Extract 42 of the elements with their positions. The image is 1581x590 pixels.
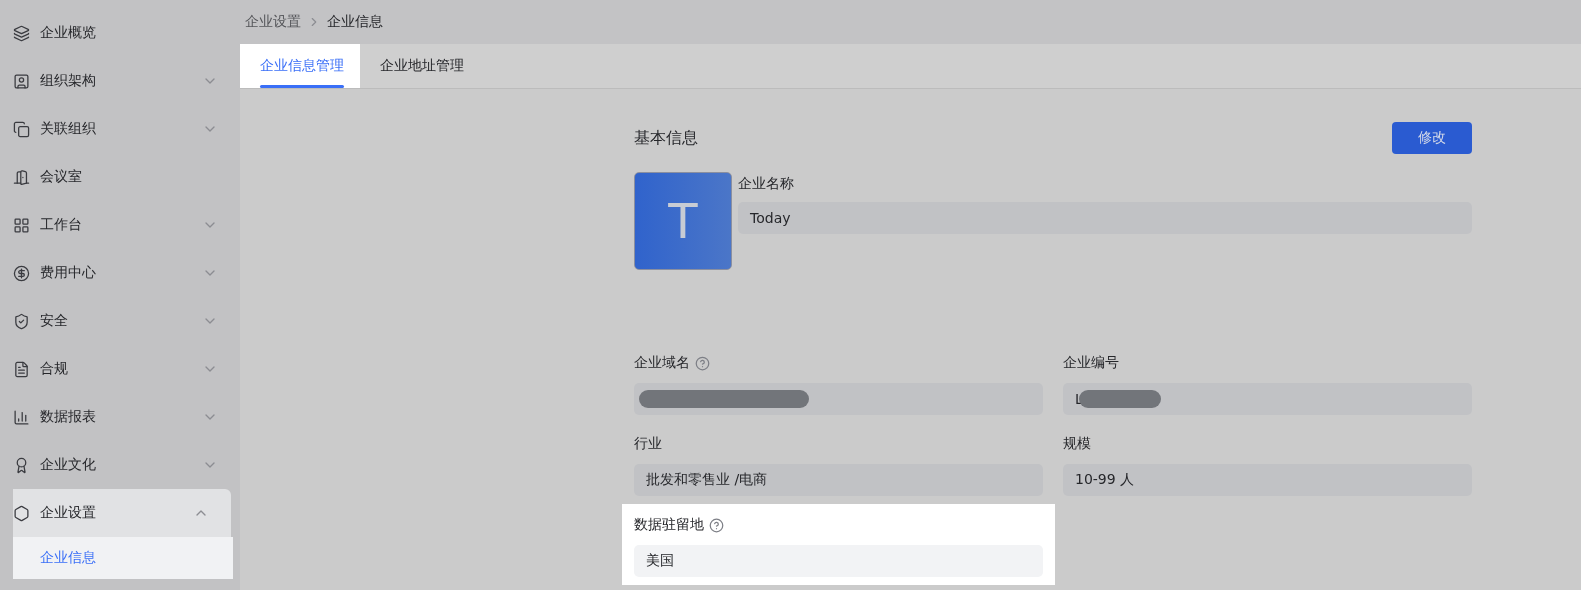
sidebar-item[interactable]: 工作台	[0, 201, 240, 249]
sidebar-item[interactable]: 组织架构	[0, 57, 240, 105]
input-field[interactable]: Today	[738, 202, 1472, 234]
input-field[interactable]	[634, 383, 1043, 415]
sidebar-item[interactable]: 企业文化	[0, 441, 240, 489]
hexagon-icon	[13, 504, 30, 522]
field-label: 企业名称	[738, 175, 794, 193]
breadcrumb-item[interactable]: 企业设置	[245, 13, 301, 31]
field-label: 企业编号	[1063, 354, 1119, 372]
sidebar-item[interactable]: 会议室	[0, 153, 240, 201]
door-icon	[13, 168, 30, 186]
tab[interactable]: 企业地址管理	[360, 44, 480, 88]
sidebar-item[interactable]: 费用中心	[0, 249, 240, 297]
sidebar-item[interactable]: 安全	[0, 297, 240, 345]
field-label: 规模	[1063, 435, 1091, 453]
input-field[interactable]: 批发和零售业 /电商	[634, 464, 1043, 496]
sidebar-item[interactable]: 合规	[0, 345, 240, 393]
document-icon	[13, 360, 30, 378]
breadcrumb-item: 企业信息	[327, 13, 383, 31]
bar-chart-icon	[13, 408, 30, 426]
grid-icon	[13, 216, 30, 234]
help-icon[interactable]	[709, 517, 724, 533]
input-field[interactable]: 美国	[634, 545, 1043, 577]
sidebar-item[interactable]: 企业设置	[13, 489, 231, 537]
shield-check-icon	[13, 312, 30, 330]
section-title: 基本信息	[634, 127, 698, 149]
contact-card-icon	[13, 72, 30, 90]
input-field[interactable]: 10-99 人	[1063, 464, 1472, 496]
sidebar-item[interactable]: 企业概览	[0, 9, 240, 57]
help-icon[interactable]	[695, 355, 710, 371]
dollar-icon	[13, 264, 30, 282]
field-label: 数据驻留地	[634, 516, 704, 534]
layers-icon	[13, 24, 30, 42]
sidebar-item[interactable]: 关联组织	[0, 105, 240, 153]
edit-button[interactable]: 修改	[1392, 122, 1472, 154]
copy-icon	[13, 120, 30, 138]
field-label: 企业域名	[634, 354, 690, 372]
tab[interactable]: 企业信息管理	[240, 44, 360, 88]
company-logo: T	[634, 172, 732, 270]
field-label: 行业	[634, 435, 662, 453]
sidebar-item[interactable]: 数据报表	[0, 393, 240, 441]
sidebar-subitem[interactable]: 企业信息	[13, 537, 233, 579]
